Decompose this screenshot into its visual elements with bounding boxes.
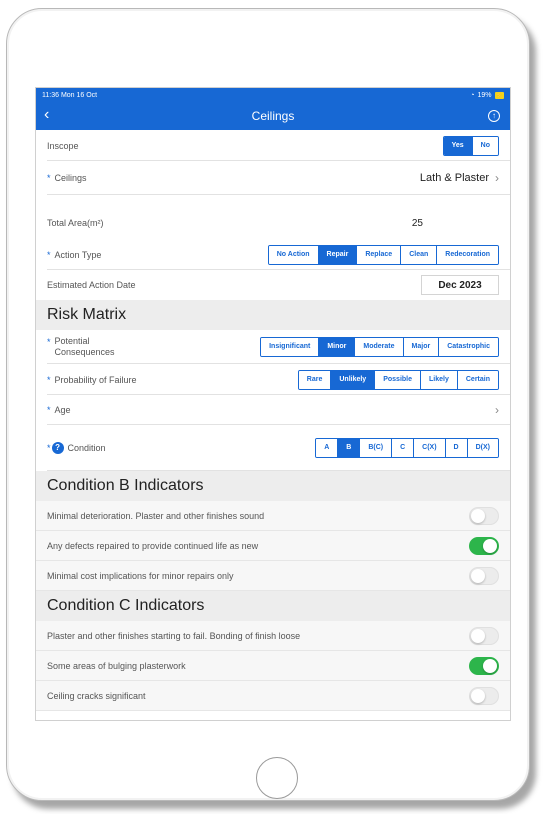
probability-segment: Rare Unlikely Possible Likely Certain — [297, 369, 499, 390]
age-label: Age — [54, 405, 71, 415]
condition-row: * ? Condition A B B(C) C C(X) D D(X) — [36, 425, 510, 471]
required-marker: * — [47, 173, 51, 183]
condition-c-button[interactable]: C — [391, 439, 414, 457]
condition-b-item-label: Minimal deterioration. Plaster and other… — [47, 511, 265, 521]
ceilings-value: Lath & Plaster — [419, 172, 489, 184]
condition-b-toggle[interactable] — [469, 567, 499, 585]
inscope-toggle: Yes No — [442, 135, 499, 156]
condition-c-toggle[interactable] — [469, 657, 499, 675]
page-title: Ceilings — [251, 109, 295, 123]
age-row[interactable]: * Age › — [36, 395, 510, 425]
nav-bar: ‹ Ceilings ↑ — [36, 102, 510, 130]
condition-c-item-label: Some areas of bulging plasterwork — [47, 661, 186, 671]
back-chevron-icon[interactable]: ‹ — [44, 106, 49, 124]
consequence-moderate-button[interactable]: Moderate — [354, 338, 403, 356]
chevron-right-icon: › — [495, 171, 499, 185]
action-date-row: Estimated Action Date Dec 2023 — [36, 270, 510, 300]
condition-c-item: Some areas of bulging plasterwork — [36, 651, 510, 681]
consequences-label-line2: Consequences — [54, 347, 115, 357]
consequence-minor-button[interactable]: Minor — [318, 338, 355, 356]
action-type-row: * Action Type No Action Repair Replace C… — [36, 239, 510, 270]
consequences-label-line1: Potential — [54, 336, 90, 346]
action-repair-button[interactable]: Repair — [317, 245, 357, 264]
condition-b-item: Minimal deterioration. Plaster and other… — [36, 501, 510, 531]
inscope-no-button[interactable]: No — [471, 136, 498, 155]
consequence-major-button[interactable]: Major — [402, 338, 439, 356]
condition-b-item: Minimal cost implications for minor repa… — [36, 561, 510, 591]
condition-bc-button[interactable]: B(C) — [359, 439, 392, 457]
home-button[interactable] — [256, 757, 298, 799]
status-bar: 11:36 Mon 16 Oct ◔ 19% ⚡ — [36, 88, 510, 102]
required-marker: * — [47, 337, 51, 347]
condition-c-item: Plaster and other finishes starting to f… — [36, 621, 510, 651]
consequence-catastrophic-button[interactable]: Catastrophic — [438, 338, 498, 356]
probability-label: Probability of Failure — [54, 374, 137, 385]
probability-unlikely-button[interactable]: Unlikely — [330, 370, 375, 389]
condition-label: Condition — [67, 443, 106, 453]
required-marker: * — [47, 443, 51, 453]
condition-b-item: Any defects repaired to provide continue… — [36, 531, 510, 561]
chevron-right-icon: › — [495, 403, 499, 417]
charging-icon: ⚡ — [494, 91, 504, 99]
action-redecoration-button[interactable]: Redecoration — [436, 245, 498, 264]
action-date-field[interactable]: Dec 2023 — [421, 275, 499, 295]
inscope-row: Inscope Yes No — [36, 130, 510, 161]
battery-percent: 19% — [477, 91, 492, 99]
ceilings-row[interactable]: * Ceilings Lath & Plaster › — [36, 161, 510, 195]
condition-c-item: Ceiling cracks significant — [36, 681, 510, 711]
condition-dx-button[interactable]: D(X) — [466, 439, 498, 457]
condition-b-item-label: Any defects repaired to provide continue… — [47, 541, 259, 551]
condition-c-item-label: Ceiling cracks significant — [47, 691, 146, 701]
condition-b-heading: Condition B Indicators — [36, 471, 510, 501]
total-area-row: Total Area(m²) 25 — [36, 195, 510, 239]
action-no-action-button[interactable]: No Action — [268, 245, 318, 264]
probability-possible-button[interactable]: Possible — [374, 370, 421, 389]
condition-cx-button[interactable]: C(X) — [413, 439, 445, 457]
required-marker: * — [47, 405, 51, 415]
condition-c-heading: Condition C Indicators — [36, 591, 510, 621]
probability-rare-button[interactable]: Rare — [298, 370, 331, 389]
condition-b-toggle[interactable] — [469, 507, 499, 525]
condition-c-toggle[interactable] — [469, 687, 499, 705]
probability-row: * Probability of Failure Rare Unlikely P… — [36, 364, 510, 395]
condition-d-button[interactable]: D — [444, 439, 467, 457]
status-indicators: ◔ 19% ⚡ — [470, 91, 504, 99]
required-marker: * — [47, 374, 51, 385]
status-time: 11:36 Mon 16 Oct — [42, 91, 98, 99]
condition-c-toggle[interactable] — [469, 627, 499, 645]
help-icon[interactable]: ? — [51, 442, 64, 454]
wifi-icon: ◔ — [470, 91, 475, 99]
condition-b-toggle[interactable] — [469, 537, 499, 555]
app-screen: 11:36 Mon 16 Oct ◔ 19% ⚡ ‹ Ceilings ↑ In… — [35, 87, 511, 721]
condition-a-button[interactable]: A — [316, 439, 338, 457]
action-date-label: Estimated Action Date — [47, 280, 136, 290]
condition-c-item-label: Plaster and other finishes starting to f… — [47, 631, 301, 641]
consequences-segment: Insignificant Minor Moderate Major Catas… — [260, 337, 499, 357]
action-type-label: Action Type — [54, 249, 102, 260]
condition-b-button[interactable]: B — [337, 439, 360, 457]
condition-segment: A B B(C) C C(X) D D(X) — [315, 438, 499, 458]
consequences-row: * Potential Consequences Insignificant M… — [36, 330, 510, 364]
probability-certain-button[interactable]: Certain — [456, 370, 498, 389]
ceilings-label: Ceilings — [54, 173, 87, 183]
action-clean-button[interactable]: Clean — [400, 245, 437, 264]
required-marker: * — [47, 249, 51, 260]
action-type-segment: No Action Repair Replace Clean Redecorat… — [267, 244, 499, 265]
consequences-label: Potential Consequences — [55, 336, 261, 358]
upload-icon[interactable]: ↑ — [488, 110, 500, 122]
condition-b-item-label: Minimal cost implications for minor repa… — [47, 571, 234, 581]
inscope-yes-button[interactable]: Yes — [443, 136, 472, 155]
total-area-label: Total Area(m²) — [47, 218, 104, 228]
consequence-insignificant-button[interactable]: Insignificant — [261, 338, 319, 356]
total-area-value[interactable]: 25 — [412, 218, 423, 229]
inscope-label: Inscope — [47, 140, 79, 151]
probability-likely-button[interactable]: Likely — [420, 370, 457, 389]
action-replace-button[interactable]: Replace — [356, 245, 401, 264]
risk-matrix-heading: Risk Matrix — [36, 300, 510, 330]
